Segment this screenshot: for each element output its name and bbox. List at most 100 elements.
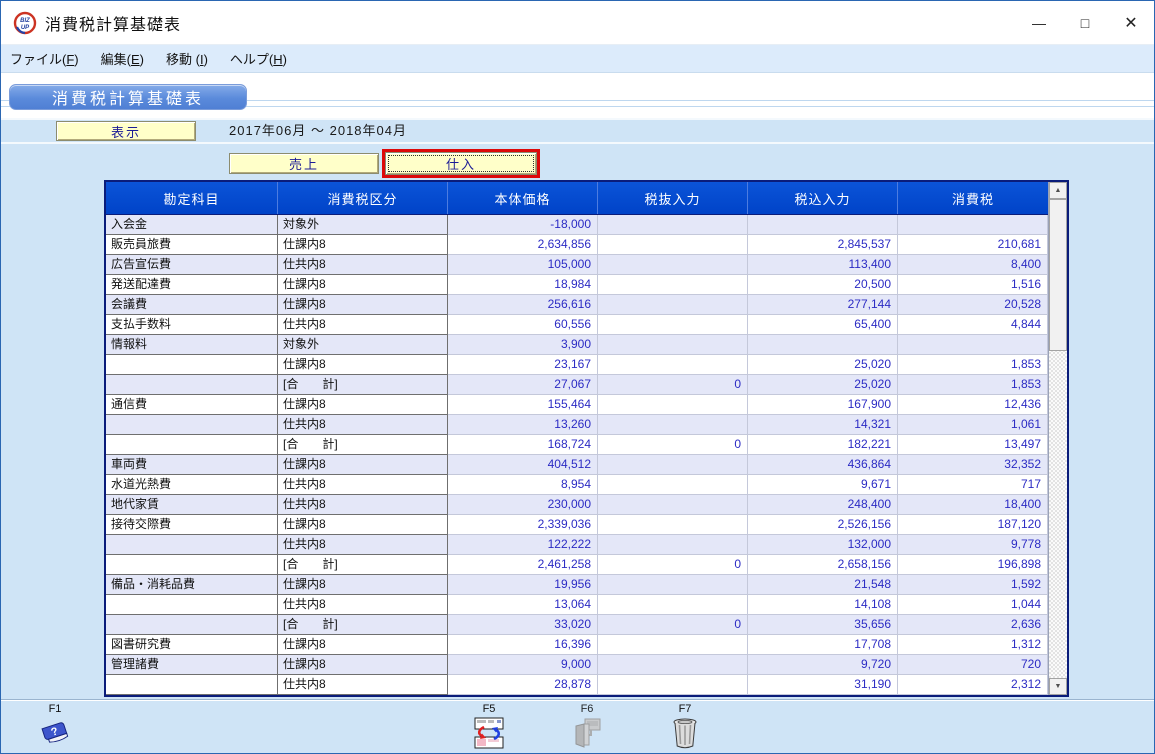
tab-purchase-button[interactable]: 仕入: [385, 152, 537, 175]
grid-cell: [598, 515, 748, 535]
menu-bar: ファイル(F)編集(E)移動 (I)ヘルプ(H): [1, 45, 1154, 73]
menu-item-h[interactable]: ヘルプ(H): [219, 49, 298, 68]
scroll-up-icon[interactable]: ▲: [1049, 182, 1067, 199]
maximize-button[interactable]: □: [1062, 1, 1108, 44]
trash-icon: [669, 716, 701, 750]
window-controls: — □ ✕: [1016, 1, 1154, 44]
grid-cell: 33,020: [448, 615, 598, 635]
grid-cell: [898, 215, 1048, 235]
grid-cell: 広告宣伝費: [106, 255, 278, 275]
grid-cell: 9,720: [748, 655, 898, 675]
grid-cell: 接待交際費: [106, 515, 278, 535]
grid-cell: 1,592: [898, 575, 1048, 595]
grid-row[interactable]: 接待交際費仕課内82,339,0362,526,156187,120: [106, 515, 1048, 535]
grid-cell: 仕課内8: [278, 235, 448, 255]
grid-cell: 仕課内8: [278, 575, 448, 595]
page-title: 消費税計算基礎表: [9, 84, 247, 110]
grid-cell: 32,352: [898, 455, 1048, 475]
grid-cell: [106, 535, 278, 555]
grid-row[interactable]: 図書研究費仕課内816,39617,7081,312: [106, 635, 1048, 655]
minimize-button[interactable]: —: [1016, 1, 1062, 44]
menu-item-e[interactable]: 編集(E): [90, 49, 155, 68]
grid-cell: 通信費: [106, 395, 278, 415]
menu-item-i[interactable]: 移動 (I): [155, 49, 219, 68]
scroll-down-icon[interactable]: ▼: [1049, 678, 1067, 695]
grid-cell: [598, 455, 748, 475]
grid-cell: 155,464: [448, 395, 598, 415]
f7-delete-button[interactable]: F7: [659, 703, 711, 750]
window-title: 消費税計算基礎表: [45, 11, 181, 35]
grid-cell: 167,900: [748, 395, 898, 415]
f5-switch-button[interactable]: F5: [463, 703, 515, 750]
grid-cell: [合 計]: [278, 615, 448, 635]
grid-cell: [598, 315, 748, 335]
grid-cell: 2,312: [898, 675, 1048, 695]
grid-cell: 仕課内8: [278, 395, 448, 415]
grid-cell: 2,461,258: [448, 555, 598, 575]
grid-cell: 発送配達費: [106, 275, 278, 295]
grid-cell: 仕課内8: [278, 655, 448, 675]
grid-row[interactable]: 備品・消耗品費仕課内819,95621,5481,592: [106, 575, 1048, 595]
grid-cell: 情報料: [106, 335, 278, 355]
grid-row[interactable]: 仕共内813,06414,1081,044: [106, 595, 1048, 615]
grid-cell: [106, 435, 278, 455]
grid-row[interactable]: 販売員旅費仕課内82,634,8562,845,537210,681: [106, 235, 1048, 255]
grid-row[interactable]: 地代家賃仕共内8230,000248,40018,400: [106, 495, 1048, 515]
grid-row[interactable]: 水道光熱費仕共内88,9549,671717: [106, 475, 1048, 495]
tax-grid: 勘定科目消費税区分本体価格税抜入力税込入力消費税 入会金対象外-18,000販売…: [104, 180, 1069, 697]
svg-text:BIZ: BIZ: [20, 18, 30, 24]
grid-cell: 1,853: [898, 375, 1048, 395]
grid-row[interactable]: [合 計]33,020035,6562,636: [106, 615, 1048, 635]
grid-cell: 122,222: [448, 535, 598, 555]
grid-row[interactable]: [合 計]168,7240182,22113,497: [106, 435, 1048, 455]
grid-cell: 12,436: [898, 395, 1048, 415]
svg-text:UP: UP: [21, 25, 30, 31]
f1-help-button[interactable]: F1 ?: [29, 703, 81, 748]
grid-cell: 720: [898, 655, 1048, 675]
column-header: 本体価格: [448, 182, 598, 214]
grid-cell: 対象外: [278, 215, 448, 235]
grid-row[interactable]: 仕課内823,16725,0201,853: [106, 355, 1048, 375]
grid-cell: 2,526,156: [748, 515, 898, 535]
grid-row[interactable]: [合 計]2,461,25802,658,156196,898: [106, 555, 1048, 575]
grid-row[interactable]: 仕共内828,87831,1902,312: [106, 675, 1048, 695]
scrollbar-thumb[interactable]: [1049, 199, 1067, 351]
grid-cell: 地代家賃: [106, 495, 278, 515]
filter-row: 表示 2017年06月 ～ 2018年04月: [1, 120, 1154, 142]
grid-row[interactable]: 車両費仕課内8404,512436,86432,352: [106, 455, 1048, 475]
grid-cell: 2,634,856: [448, 235, 598, 255]
app-window: BIZ UP 消費税計算基礎表 — □ ✕ ファイル(F)編集(E)移動 (I)…: [0, 0, 1155, 754]
grid-row[interactable]: 管理諸費仕課内89,0009,720720: [106, 655, 1048, 675]
tab-sales-button[interactable]: 売上: [229, 153, 379, 174]
main-area: 勘定科目消費税区分本体価格税抜入力税込入力消費税 入会金対象外-18,000販売…: [1, 180, 1154, 699]
grid-cell: 2,339,036: [448, 515, 598, 535]
menu-item-f[interactable]: ファイル(F): [1, 49, 90, 68]
grid-cell: 2,636: [898, 615, 1048, 635]
grid-row[interactable]: 入会金対象外-18,000: [106, 215, 1048, 235]
grid-cell: [598, 335, 748, 355]
grid-cell: 182,221: [748, 435, 898, 455]
grid-row[interactable]: 発送配達費仕課内818,98420,5001,516: [106, 275, 1048, 295]
grid-row[interactable]: 情報料対象外3,900: [106, 335, 1048, 355]
grid-row[interactable]: 会議費仕課内8256,616277,14420,528: [106, 295, 1048, 315]
grid-row[interactable]: [合 計]27,067025,0201,853: [106, 375, 1048, 395]
grid-cell: 132,000: [748, 535, 898, 555]
close-button[interactable]: ✕: [1108, 1, 1154, 44]
banner-band: 消費税計算基礎表: [1, 73, 1154, 118]
grid-row[interactable]: 広告宣伝費仕共内8105,000113,4008,400: [106, 255, 1048, 275]
grid-cell: 277,144: [748, 295, 898, 315]
grid-cell: 水道光熱費: [106, 475, 278, 495]
grid-cell: 196,898: [898, 555, 1048, 575]
grid-cell: [598, 575, 748, 595]
vertical-scrollbar[interactable]: ▲ ▼: [1048, 182, 1067, 695]
grid-cell: 17,708: [748, 635, 898, 655]
grid-row[interactable]: 仕共内813,26014,3211,061: [106, 415, 1048, 435]
grid-cell: 27,067: [448, 375, 598, 395]
grid-cell: 60,556: [448, 315, 598, 335]
grid-row[interactable]: 支払手数料仕共内860,55665,4004,844: [106, 315, 1048, 335]
grid-body: 入会金対象外-18,000販売員旅費仕課内82,634,8562,845,537…: [106, 215, 1048, 695]
grid-row[interactable]: 通信費仕課内8155,464 167,90012,436: [106, 395, 1048, 415]
display-button[interactable]: 表示: [56, 121, 196, 141]
grid-row[interactable]: 仕共内8122,222132,0009,778: [106, 535, 1048, 555]
grid-cell: 9,000: [448, 655, 598, 675]
